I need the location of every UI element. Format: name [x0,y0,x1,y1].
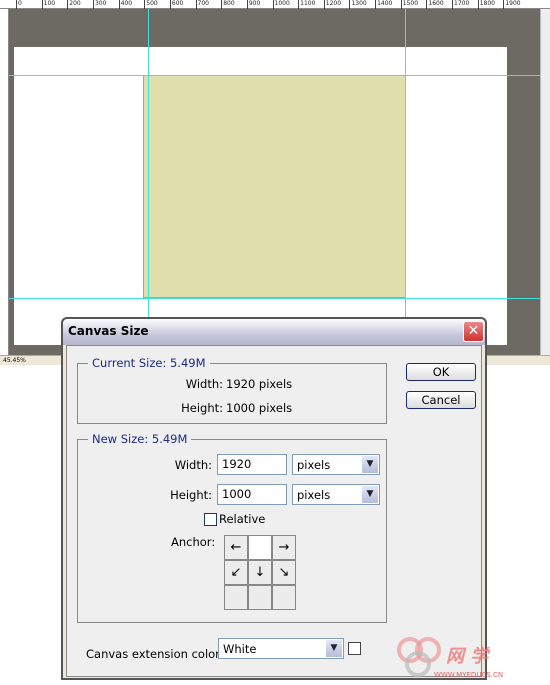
height-input[interactable]: 1000 [217,484,287,505]
extension-color-select[interactable]: White ▼ [218,638,344,659]
anchor-cell[interactable] [272,585,296,610]
ruler-tick: 200 [67,0,81,9]
ruler-tick: 1400 [375,0,393,9]
anchor-cell[interactable]: ↘ [272,560,296,585]
new-size-legend: New Size: 5.49M [88,432,192,446]
dialog-title: Canvas Size [68,324,149,338]
current-width-label: Width: [185,377,223,391]
watermark-rings-icon: 网 学 WWW.MYEDUCS.CN [397,637,503,679]
ruler-tick: 400 [118,0,133,9]
anchor-cell[interactable]: ↓ [248,560,272,585]
guide-vertical[interactable] [405,9,406,355]
ruler-tick: 900 [246,0,261,9]
width-unit-select[interactable]: pixels ▼ [292,454,380,475]
ruler-tick: 1800 [477,0,495,9]
ruler-tick: 300 [92,0,107,9]
height-unit-value: pixels [297,488,331,502]
ruler-tick: 500 [144,0,158,9]
chevron-down-icon[interactable]: ▼ [362,486,378,503]
ruler-tick: 800 [221,0,235,9]
guide-horizontal[interactable] [9,75,540,76]
height-unit-select[interactable]: pixels ▼ [292,484,380,505]
svg-text:网 学: 网 学 [446,646,491,667]
extension-color-label: Canvas extension color: [86,647,224,661]
ruler-tick: 0 [16,0,22,9]
extension-color-value: White [223,642,257,656]
vertical-scrollbar[interactable] [540,9,550,355]
width-unit-value: pixels [297,458,331,472]
ruler-tick: 1300 [349,0,367,9]
anchor-cell[interactable] [248,585,272,610]
ruler-tick: 1500 [400,0,419,9]
anchor-cell[interactable] [224,585,248,610]
guide-vertical[interactable] [148,9,149,355]
vertical-ruler[interactable] [0,9,9,355]
ruler-tick: 1700 [452,0,470,9]
anchor-cell[interactable]: → [272,535,296,560]
cancel-button[interactable]: Cancel [406,391,476,409]
new-width-label: Width: [174,458,212,472]
new-height-label: Height: [170,488,212,502]
svg-text:WWW.MYEDUCS.CN: WWW.MYEDUCS.CN [434,671,503,679]
relative-checkbox[interactable] [204,513,217,526]
watermark-logo: 网 学 WWW.MYEDUCS.CN [388,632,548,682]
current-size-group: Current Size: 5.49M Width: 1920 pixels H… [77,356,387,424]
current-height-value: 1000 pixels [226,401,293,415]
relative-label: Relative [219,512,266,526]
ruler-tick: 1200 [323,0,342,9]
ruler-tick: 1000 [272,0,290,9]
guide-horizontal[interactable] [9,298,540,299]
current-size-legend: Current Size: 5.49M [88,356,210,370]
dialog-titlebar[interactable]: Canvas Size ✕ [63,319,485,345]
current-width-value: 1920 pixels [226,377,293,391]
ruler-tick: 700 [195,0,209,9]
ruler-tick: 600 [169,0,184,9]
ruler-tick: 1100 [298,0,316,9]
dialog-body: Current Size: 5.49M Width: 1920 pixels H… [66,345,482,677]
horizontal-ruler[interactable]: 0 100 200 300 400 500 600 700 800 900 1000 1100 1200… [0,0,550,9]
close-icon[interactable]: ✕ [463,321,484,342]
canvas-size-dialog: Canvas Size ✕ Current Size: 5.49M Width:… [61,317,487,680]
ok-button[interactable]: OK [406,363,476,381]
extension-color-swatch[interactable] [348,642,361,655]
new-size-group: New Size: 5.49M Width: 1920 pixels ▼ Heig… [77,432,387,623]
anchor-cell[interactable] [248,535,272,560]
canvas-rectangle [143,75,406,298]
ruler-tick: 100 [41,0,56,9]
ruler-tick: 1900 [503,0,521,9]
chevron-down-icon[interactable]: ▼ [326,640,342,657]
current-height-label: Height: [181,401,223,415]
ruler-tick: 1600 [426,0,444,9]
anchor-cell[interactable]: ↙ [224,560,248,585]
anchor-cell[interactable]: ← [224,535,248,560]
anchor-label: Anchor: [171,535,216,549]
chevron-down-icon[interactable]: ▼ [362,456,378,473]
zoom-level[interactable]: 45.45% [3,357,26,364]
width-input[interactable]: 1920 [217,454,287,475]
